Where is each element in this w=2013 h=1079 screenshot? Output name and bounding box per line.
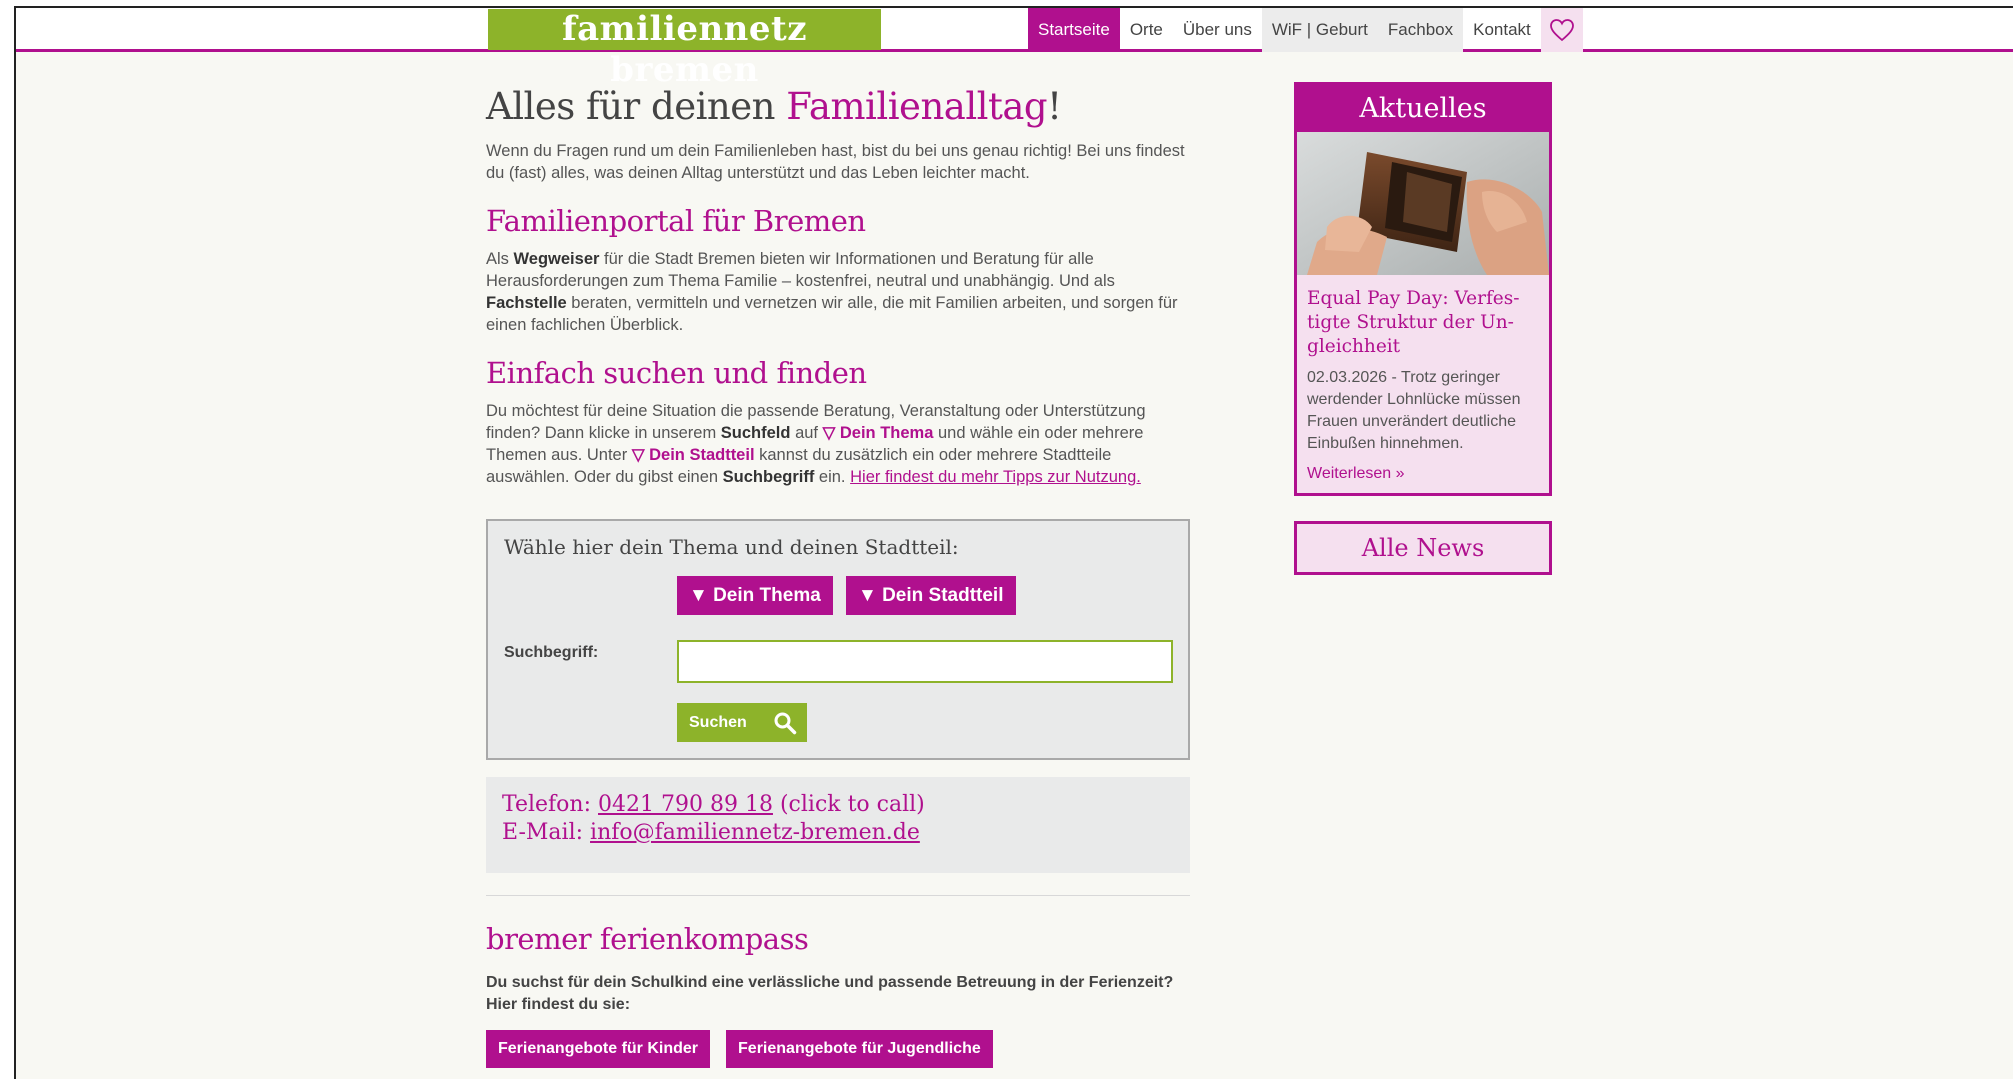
email-link[interactable]: info@familiennetz-bremen.de [590, 820, 920, 845]
news-image-empty-wallet[interactable] [1297, 132, 1549, 275]
main-nav: Startseite Orte Über uns WiF | Geburt Fa… [1028, 8, 1583, 52]
ferien-jugendliche-button[interactable]: Ferienangebote für Jugendliche [726, 1030, 993, 1068]
nav-item-kontakt[interactable]: Kontakt [1463, 8, 1541, 52]
nav-item-startseite[interactable]: Startseite [1028, 8, 1120, 52]
heart-icon [1549, 19, 1574, 42]
news-heading: Aktuelles [1297, 85, 1549, 132]
ferien-kinder-button[interactable]: Ferienangebote für Kinder [486, 1030, 711, 1068]
phone-link[interactable]: 0421 790 89 18 [598, 792, 773, 817]
news-article-title[interactable]: Equal Pay Day: Verfes­tigte Struktur der… [1307, 287, 1539, 359]
usage-tips-link[interactable]: Hier findest du mehr Tipps zur Nutzung. [850, 468, 1141, 486]
search-icon [774, 712, 797, 735]
search-box-title: Wähle hier dein Thema und deinen Stadtte… [504, 535, 959, 559]
news-card: Aktuelles E [1294, 82, 1552, 496]
email-line: E-Mail: info@familiennetz-bremen.de [502, 820, 920, 845]
contact-box: Telefon: 0421 790 89 18 (click to call) … [486, 777, 1190, 873]
phone-line: Telefon: 0421 790 89 18 (click to call) [502, 792, 925, 817]
ferienkompass-heading: bremer ferienkompass [486, 922, 809, 956]
topic-dropdown-button[interactable]: ▼ Dein Thema [677, 576, 833, 615]
news-body: Equal Pay Day: Verfes­tigte Struktur der… [1297, 275, 1549, 493]
favorites-button[interactable] [1540, 8, 1583, 52]
page-title: Alles für deinen Familienalltag! [486, 85, 1062, 128]
familienportal-text: Als Wegweiser für die Stadt Bremen biete… [486, 250, 1178, 334]
search-submit-button[interactable]: Suchen [677, 703, 807, 742]
nav-item-wif-geburt[interactable]: WiF | Geburt [1261, 8, 1378, 52]
news-read-more-link[interactable]: Weiterlesen » [1307, 465, 1539, 483]
search-submit-label: Suchen [689, 714, 747, 731]
ferienkompass-section: bremer ferienkompass Du suchst für dein … [486, 920, 1206, 1068]
nav-item-orte[interactable]: Orte [1120, 8, 1173, 52]
search-input[interactable] [677, 640, 1173, 683]
news-article-text: 02.03.2026 - Trotz geringer werdender Lo… [1307, 369, 1521, 452]
page-frame: familiennetz bremen Startseite Orte Über… [14, 6, 2013, 1079]
nav-item-fachbox[interactable]: Fachbox [1377, 8, 1464, 52]
top-navigation-bar: familiennetz bremen Startseite Orte Über… [16, 8, 2013, 90]
ferienkompass-buttons: Ferienangebote für Kinder Ferienangebote… [486, 1030, 1206, 1068]
section-divider [486, 895, 1190, 896]
main-content: Alles für deinen Familienalltag! Wenn du… [486, 82, 1190, 488]
district-dropdown-button[interactable]: ▼ Dein Stadtteil [846, 576, 1016, 615]
section-heading-familienportal: Familienportal für Bremen [486, 204, 866, 238]
site-logo[interactable]: familiennetz bremen [488, 9, 881, 90]
ferienkompass-text: Du suchst für dein Schulkind eine verläs… [486, 974, 1174, 1013]
suchen-text: Du möchtest für deine Situation die pass… [486, 402, 1146, 486]
nav-item-ueber-uns[interactable]: Über uns [1173, 8, 1262, 52]
search-term-label: Suchbegriff: [504, 644, 599, 661]
news-sidebar: Aktuelles E [1294, 82, 1552, 575]
intro-text: Wenn du Fragen rund um dein Familienlebe… [486, 142, 1185, 182]
search-box: Wähle hier dein Thema und deinen Stadtte… [486, 519, 1190, 760]
all-news-button[interactable]: Alle News [1294, 521, 1552, 575]
section-heading-suchen: Einfach suchen und finden [486, 356, 867, 390]
